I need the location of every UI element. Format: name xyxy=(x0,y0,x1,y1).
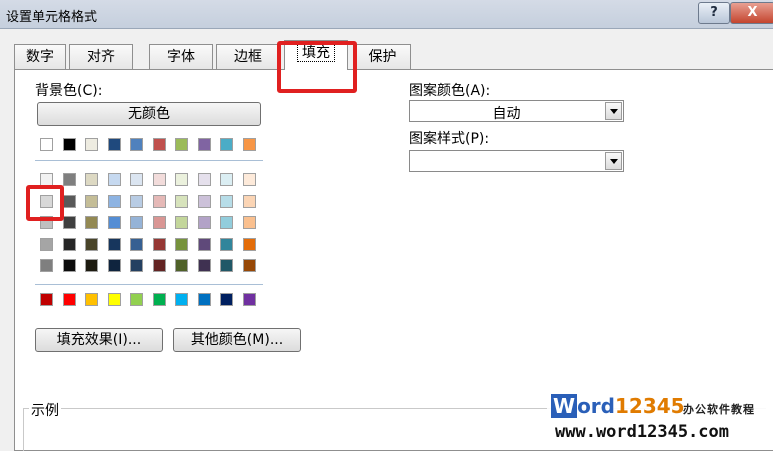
color-swatch-shade[interactable] xyxy=(152,173,166,186)
color-swatch-shade[interactable] xyxy=(242,194,256,208)
color-swatch-shade[interactable] xyxy=(197,173,211,186)
color-swatch-shade[interactable] xyxy=(242,173,256,186)
color-swatch-standard[interactable] xyxy=(220,293,233,306)
color-swatch-shade[interactable] xyxy=(175,216,188,229)
color-swatch-theme[interactable] xyxy=(130,138,143,151)
palette-separator xyxy=(35,284,263,285)
pattern-color-value: 自动 xyxy=(492,106,521,122)
color-swatch-shade[interactable] xyxy=(220,173,233,186)
color-swatch-theme[interactable] xyxy=(107,138,121,151)
sample-label: 示例 xyxy=(29,400,61,420)
no-color-button[interactable]: 无颜色 xyxy=(37,102,261,126)
background-color-label: 背景色(C): xyxy=(35,83,103,99)
watermark: Word12345 办公软件教程 www.word12345.com xyxy=(547,392,773,448)
chevron-down-icon[interactable] xyxy=(605,102,622,120)
color-swatch-shade[interactable] xyxy=(62,259,76,272)
color-swatch-shade[interactable] xyxy=(40,237,53,251)
watermark-subtitle: 办公软件教程 xyxy=(683,403,755,416)
color-swatch-standard[interactable] xyxy=(62,293,76,306)
fill-effects-button[interactable]: 填充效果(I)... xyxy=(35,328,163,352)
color-swatch-shade[interactable] xyxy=(85,237,98,251)
color-swatch-shade[interactable] xyxy=(242,216,256,229)
palette-separator xyxy=(35,160,263,161)
color-swatch-standard[interactable] xyxy=(130,293,143,306)
dialog-title: 设置单元格格式 xyxy=(6,10,98,25)
color-swatch-standard[interactable] xyxy=(242,293,256,306)
color-swatch-standard[interactable] xyxy=(107,293,121,306)
color-swatch-shade[interactable] xyxy=(85,173,98,186)
color-swatch-theme[interactable] xyxy=(85,138,98,151)
color-swatch-shade[interactable] xyxy=(175,237,188,251)
color-swatch-theme[interactable] xyxy=(40,138,53,151)
color-swatch-shade[interactable] xyxy=(152,237,166,251)
color-swatch-shade[interactable] xyxy=(130,259,143,272)
color-swatch-shade[interactable] xyxy=(107,173,121,186)
color-swatch-shade[interactable] xyxy=(40,259,53,272)
color-swatch-theme[interactable] xyxy=(197,138,211,151)
help-button[interactable]: ? xyxy=(698,2,730,24)
color-swatch-standard[interactable] xyxy=(175,293,188,306)
color-swatch-theme[interactable] xyxy=(242,138,256,151)
color-swatch-shade[interactable] xyxy=(197,216,211,229)
title-bar: 设置单元格格式 ? X xyxy=(0,0,773,29)
tab-border[interactable]: 边框 xyxy=(216,44,280,69)
color-swatch-shade[interactable] xyxy=(175,259,188,272)
color-swatch-standard[interactable] xyxy=(40,293,53,306)
color-swatch-shade[interactable] xyxy=(107,259,121,272)
color-swatch-shade[interactable] xyxy=(175,173,188,186)
color-swatch-theme[interactable] xyxy=(152,138,166,151)
color-swatch-shade[interactable] xyxy=(197,259,211,272)
color-swatch-shade[interactable] xyxy=(242,259,256,272)
tab-protection[interactable]: 保护 xyxy=(354,44,411,69)
color-swatch-shade[interactable] xyxy=(62,237,76,251)
color-swatch-standard[interactable] xyxy=(197,293,211,306)
pattern-style-label: 图案样式(P): xyxy=(409,131,490,147)
chevron-down-icon[interactable] xyxy=(605,152,622,170)
color-swatch-standard[interactable] xyxy=(85,293,98,306)
color-swatch-shade[interactable] xyxy=(85,216,98,229)
color-swatch-shade[interactable] xyxy=(130,173,143,186)
watermark-url: www.word12345.com xyxy=(555,422,729,442)
color-swatch-shade[interactable] xyxy=(62,216,76,229)
color-swatch-shade[interactable] xyxy=(220,237,233,251)
color-swatch-shade[interactable] xyxy=(220,194,233,208)
color-swatch-standard[interactable] xyxy=(152,293,166,306)
color-swatch-shade[interactable] xyxy=(62,173,76,186)
more-colors-button[interactable]: 其他颜色(M)... xyxy=(173,328,301,352)
color-swatch-shade[interactable] xyxy=(242,237,256,251)
pattern-color-label: 图案颜色(A): xyxy=(409,83,491,99)
color-swatch-shade[interactable] xyxy=(130,237,143,251)
color-swatch-theme[interactable] xyxy=(220,138,233,151)
selected-color-highlight xyxy=(26,185,64,221)
color-swatch-shade[interactable] xyxy=(130,216,143,229)
tab-alignment[interactable]: 对齐 xyxy=(69,44,133,69)
color-swatch-theme[interactable] xyxy=(62,138,76,151)
color-swatch-shade[interactable] xyxy=(220,259,233,272)
color-swatch-shade[interactable] xyxy=(197,194,211,208)
close-button[interactable]: X xyxy=(730,2,773,24)
tab-font[interactable]: 字体 xyxy=(149,44,213,69)
color-swatch-shade[interactable] xyxy=(220,216,233,229)
color-swatch-shade[interactable] xyxy=(130,194,143,208)
fill-tab-highlight xyxy=(277,41,357,93)
tab-number[interactable]: 数字 xyxy=(14,44,66,69)
color-swatch-shade[interactable] xyxy=(107,237,121,251)
color-swatch-shade[interactable] xyxy=(152,194,166,208)
color-swatch-shade[interactable] xyxy=(107,216,121,229)
color-swatch-shade[interactable] xyxy=(152,259,166,272)
color-swatch-theme[interactable] xyxy=(175,138,188,151)
color-swatch-shade[interactable] xyxy=(175,194,188,208)
pattern-color-select[interactable]: 自动 xyxy=(409,100,624,122)
watermark-logo: Word12345 xyxy=(551,394,685,418)
color-swatch-shade[interactable] xyxy=(62,194,76,208)
pattern-style-select[interactable] xyxy=(409,150,624,172)
color-swatch-shade[interactable] xyxy=(85,194,98,208)
color-swatch-shade[interactable] xyxy=(197,237,211,251)
color-swatch-shade[interactable] xyxy=(107,194,121,208)
color-swatch-shade[interactable] xyxy=(85,259,98,272)
color-swatch-shade[interactable] xyxy=(152,216,166,229)
